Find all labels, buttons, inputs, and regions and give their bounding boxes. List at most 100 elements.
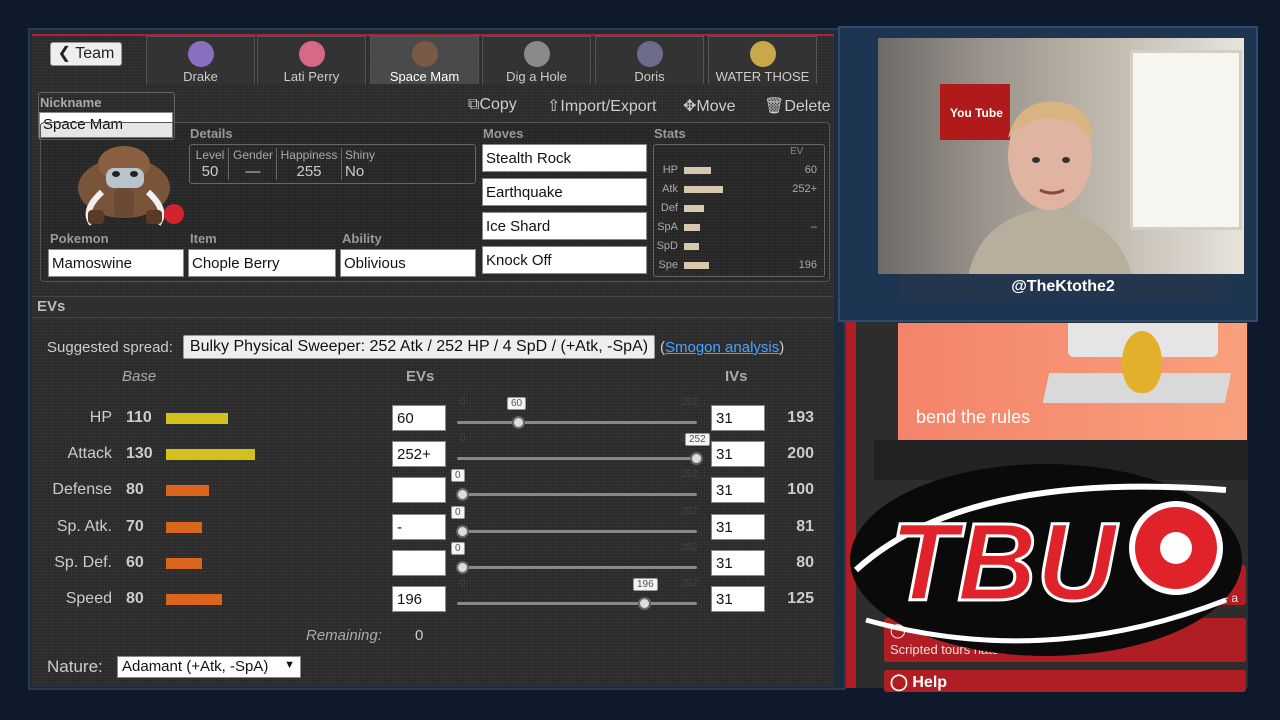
remaining-value: 0	[415, 627, 424, 644]
mini-stat-name: SpD	[656, 240, 678, 252]
pokemon-tab-sprite	[636, 41, 663, 67]
pokemon-tab[interactable]: Lati Perry	[257, 36, 366, 84]
level-label: Level	[195, 148, 225, 162]
stat-base-value: 130	[126, 445, 153, 462]
ev-slider-track[interactable]	[457, 493, 697, 496]
mini-stat-name: Def	[660, 202, 678, 214]
mini-stat-ev: –	[810, 221, 817, 233]
team-back-button[interactable]: ❮ Team	[50, 42, 122, 66]
iv-input[interactable]: 31	[711, 405, 765, 431]
nature-label: Nature:	[47, 657, 103, 676]
stat-total: 193	[787, 409, 814, 426]
iv-input[interactable]: 31	[711, 586, 765, 612]
ev-slider-max-tick: 252	[681, 542, 698, 553]
mini-stat-ev: 252+	[792, 183, 817, 195]
ev-input[interactable]	[392, 550, 446, 576]
ev-input[interactable]	[392, 477, 446, 503]
iv-input[interactable]: 31	[711, 514, 765, 540]
pokemon-input[interactable]: Mamoswine	[48, 249, 184, 277]
ad-banner[interactable]: bend the rules	[898, 323, 1247, 440]
smogon-analysis-link[interactable]: Smogon analysis	[665, 339, 779, 356]
move-4-input[interactable]: Knock Off	[482, 246, 647, 274]
stat-base-value: 80	[126, 590, 144, 607]
ev-slider-track[interactable]	[457, 421, 697, 424]
item-input[interactable]: Chople Berry	[188, 249, 336, 277]
ev-input[interactable]: 60	[392, 405, 446, 431]
ev-input[interactable]: 196	[392, 586, 446, 612]
ev-slider-max-tick: 252	[681, 578, 698, 589]
ability-input[interactable]: Oblivious	[340, 249, 476, 277]
ev-slider-handle[interactable]	[456, 561, 469, 574]
ev-slider-handle[interactable]	[690, 452, 703, 465]
ev-slider-handle[interactable]	[512, 416, 525, 429]
mini-stat-bar	[684, 205, 704, 212]
pokemon-tab-label: Space Mam	[389, 69, 460, 84]
ev-input[interactable]: -	[392, 514, 446, 540]
move-3-input[interactable]: Ice Shard	[482, 212, 647, 240]
ev-slider-track[interactable]	[457, 457, 697, 460]
move-arrows-icon: ✥	[683, 98, 697, 115]
pokemon-tab-label: WATER THOSE	[715, 69, 810, 84]
import-export-button[interactable]: ⇧Import/Export	[547, 96, 656, 116]
mini-stat-row: Atk 252+	[656, 183, 821, 197]
stat-total: 200	[787, 445, 814, 462]
ability-label: Ability	[342, 231, 382, 246]
mini-stat-bar	[684, 224, 700, 231]
team-back-label: Team	[75, 45, 115, 62]
ev-slider-track[interactable]	[457, 530, 697, 533]
pokemon-tab[interactable]: Drake	[146, 36, 255, 84]
nature-value: Adamant (+Atk, -SpA)	[122, 658, 269, 675]
move-2-input[interactable]: Earthquake	[482, 178, 647, 206]
happiness-label: Happiness	[280, 148, 338, 162]
ev-slider-handle[interactable]	[638, 597, 651, 610]
move-button[interactable]: ✥Move	[683, 96, 736, 116]
gender-label: Gender	[232, 148, 274, 162]
ev-slider-track[interactable]	[457, 602, 697, 605]
mini-stat-name: Spe	[658, 259, 678, 271]
pokemon-tab-sprite	[298, 41, 325, 67]
stat-name: Attack	[67, 445, 112, 462]
ev-slider-value-tip: 60	[507, 397, 527, 410]
iv-input[interactable]: 31	[711, 477, 765, 503]
iv-input[interactable]: 31	[711, 550, 765, 576]
mini-stat-bar	[684, 243, 699, 250]
iv-input[interactable]: 31	[711, 441, 765, 467]
suggested-spread-button[interactable]: Bulky Physical Sweeper: 252 Atk / 252 HP…	[183, 335, 655, 359]
tbu-logo: TBU	[850, 464, 1242, 656]
ad-pineapple-graphic	[1122, 331, 1162, 393]
move-1-input[interactable]: Stealth Rock	[482, 144, 647, 172]
happiness-detail: Happiness 255	[280, 148, 338, 180]
mini-stat-bar	[684, 186, 723, 193]
ev-slider-value-tip: 252	[685, 433, 710, 446]
pokemon-tab[interactable]: Doris	[595, 36, 704, 84]
ev-slider-handle[interactable]	[456, 488, 469, 501]
evs-section-bar	[32, 296, 834, 318]
base-stat-bar	[166, 558, 202, 569]
stat-name: HP	[89, 409, 112, 426]
help-room-item[interactable]: ◯ Help	[884, 670, 1246, 692]
mini-stat-name: HP	[662, 164, 678, 176]
evs-column-header: EVs	[406, 368, 435, 385]
ev-input[interactable]: 252+	[392, 441, 446, 467]
pokemon-tab[interactable]: WATER THOSE	[708, 36, 817, 84]
pokemon-tab[interactable]: Dig a Hole	[482, 36, 591, 84]
ev-slider-handle[interactable]	[456, 525, 469, 538]
pokemon-tab-label: Doris	[634, 69, 665, 84]
upload-icon: ⇧	[547, 98, 561, 115]
stat-name: Defense	[52, 481, 112, 498]
nature-select[interactable]: Adamant (+Atk, -SpA) ▼	[117, 656, 301, 678]
evs-section-title: EVs	[37, 298, 66, 315]
shiny-value: No	[345, 163, 365, 180]
pokemon-tab[interactable]: Space Mam	[370, 36, 479, 84]
delete-button[interactable]: 🗑Delete	[764, 96, 831, 116]
stat-base-value: 110	[126, 409, 152, 426]
copy-button[interactable]: ⧉Copy	[468, 96, 517, 114]
pokemon-tab-label: Lati Perry	[283, 69, 340, 84]
ev-slider-track[interactable]	[457, 566, 697, 569]
ev-slider-value-tip: 196	[633, 578, 658, 591]
mini-stat-row: Spe 196	[656, 259, 821, 273]
stat-name: Speed	[65, 590, 112, 607]
happiness-value: 255	[296, 163, 322, 180]
stat-name: Sp. Atk.	[56, 518, 112, 535]
chevron-left-icon: ❮	[57, 45, 72, 62]
